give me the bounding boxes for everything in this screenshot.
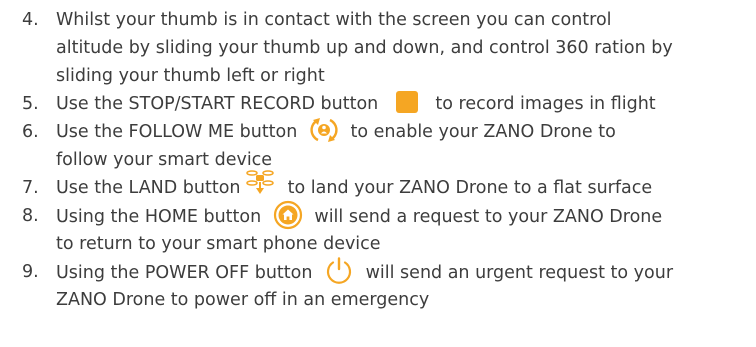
- item-text: to record images in flight: [435, 94, 656, 114]
- item-number: 4.: [22, 10, 39, 30]
- item-text: to land your ZANO Drone to a flat surfac…: [287, 178, 653, 198]
- item-number: 6.: [22, 122, 39, 142]
- item-text: Use the LAND button: [56, 178, 241, 198]
- list-item-9: 9. Using the POWER OFF button will send …: [22, 256, 756, 314]
- item-text-line: follow your smart device: [56, 150, 273, 170]
- instruction-list: 4. Whilst your thumb is in contact with …: [22, 6, 756, 314]
- item-text-line: to return to your smart phone device: [56, 234, 381, 254]
- item-text-line: ZANO Drone to power off in an emergency: [56, 290, 430, 310]
- power-off-icon: [324, 256, 354, 286]
- follow-me-icon: [309, 116, 339, 144]
- list-item-4: 4. Whilst your thumb is in contact with …: [22, 6, 756, 90]
- item-number: 9.: [22, 262, 39, 282]
- list-item-6: 6. Use the FOLLOW ME button to enable yo…: [22, 118, 756, 174]
- item-number: 5.: [22, 94, 39, 114]
- record-square-icon: [395, 91, 418, 113]
- item-text: Using the HOME button: [56, 207, 262, 227]
- item-text: Using the POWER OFF button: [56, 263, 313, 283]
- list-item-8: 8. Using the HOME button will send a req…: [22, 200, 756, 258]
- item-text: will send a request to your ZANO Drone: [314, 207, 663, 227]
- item-text-line: Whilst your thumb is in contact with the…: [56, 10, 612, 30]
- land-drone-icon: [246, 169, 274, 195]
- home-icon: [273, 200, 303, 230]
- item-text: Use the FOLLOW ME button: [56, 122, 298, 142]
- item-number: 8.: [22, 206, 39, 226]
- list-item-7: 7. Use the LAND button to land your ZANO…: [22, 170, 756, 202]
- item-text: Use the STOP/START RECORD button: [56, 94, 379, 114]
- item-number: 7.: [22, 178, 39, 198]
- item-text-line: altitude by sliding your thumb up and do…: [56, 38, 673, 58]
- item-text: will send an urgent request to your: [365, 263, 674, 283]
- list-item-5: 5. Use the STOP/START RECORD button to r…: [22, 90, 756, 118]
- item-text-line: sliding your thumb left or right: [56, 66, 325, 86]
- item-text: to enable your ZANO Drone to: [350, 122, 616, 142]
